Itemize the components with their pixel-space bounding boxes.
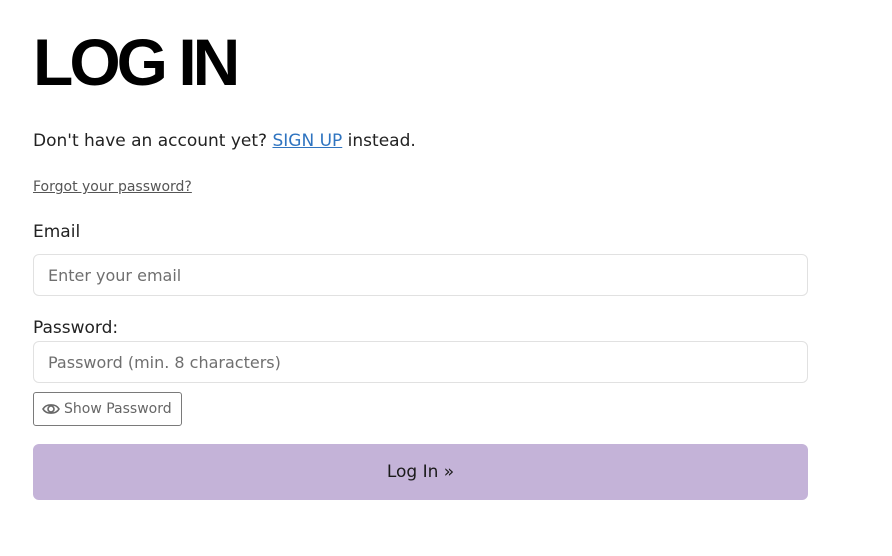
password-field[interactable] <box>33 341 808 383</box>
page-title: LOG IN <box>33 25 240 99</box>
email-field[interactable] <box>33 254 808 296</box>
login-button-label: Log In » <box>386 462 455 482</box>
password-label: Password: <box>33 318 119 338</box>
signup-suffix-text: instead. <box>347 131 416 151</box>
signup-prompt: Don't have an account yet? SIGN UP inste… <box>33 129 416 153</box>
forgot-password-link[interactable]: Forgot your password? <box>33 177 192 197</box>
login-button[interactable]: Log In » <box>33 444 808 500</box>
email-label: Email <box>33 222 81 242</box>
show-password-label: Show Password <box>64 401 172 417</box>
signup-link[interactable]: SIGN UP <box>272 131 342 151</box>
show-password-button[interactable]: Show Password <box>33 392 182 426</box>
eye-icon <box>42 402 60 416</box>
signup-prefix-text: Don't have an account yet? <box>33 131 268 151</box>
